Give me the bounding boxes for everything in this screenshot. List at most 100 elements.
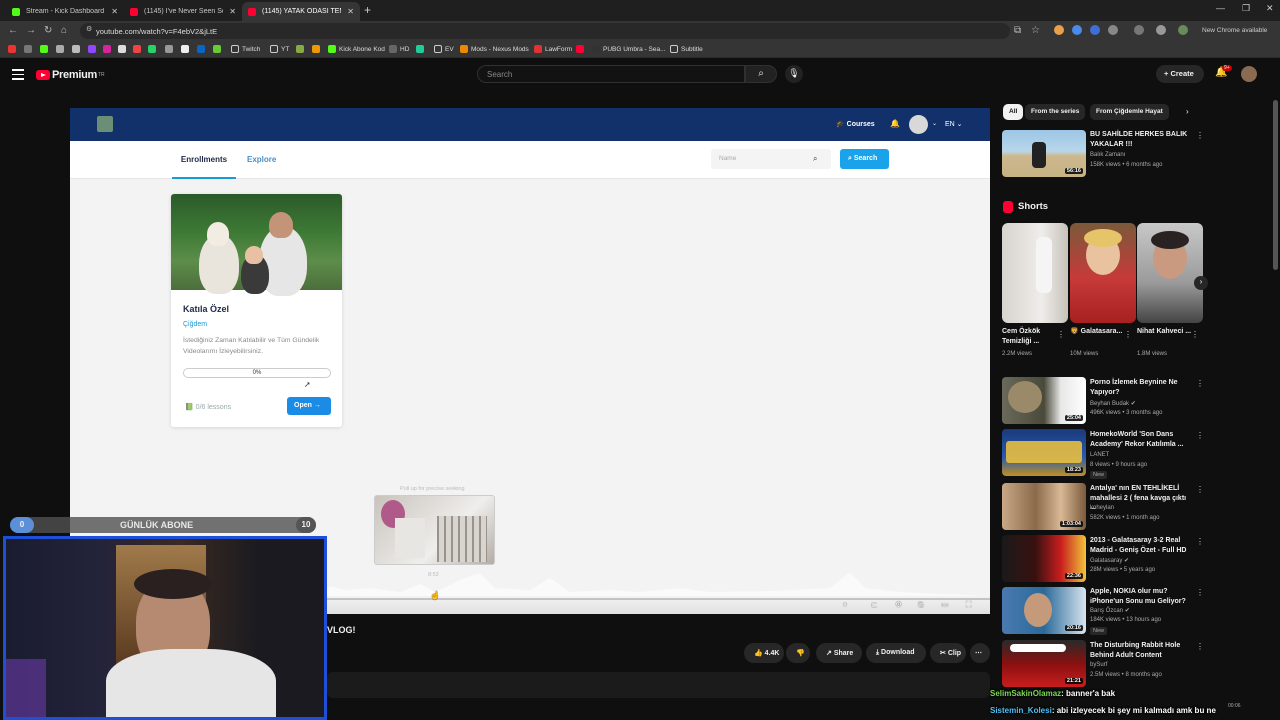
dislike-button[interactable]: 👎 [786, 643, 810, 663]
video-thumbnail[interactable]: 20:16 [1002, 587, 1086, 634]
bookmark-icon[interactable] [24, 45, 35, 53]
extension-icon[interactable] [1090, 25, 1100, 35]
bookmark-icon[interactable] [296, 45, 307, 53]
settings-gear-icon[interactable]: ⚙ [895, 600, 902, 609]
x-icon[interactable] [118, 45, 129, 53]
window-close-icon[interactable]: ✕ [1266, 3, 1274, 14]
channel-name[interactable]: LANET [1090, 452, 1109, 458]
theater-mode-icon[interactable]: ▭ [941, 600, 949, 609]
browser-tab-youtube-1[interactable]: (1145) I've Never Seen So Man ✕ [124, 2, 242, 21]
video-thumbnail[interactable]: 25:04 [1002, 377, 1086, 424]
video-thumbnail[interactable]: 18:23 [1002, 429, 1086, 476]
browser-tab-kick[interactable]: Stream - Kick Dashboard ✕ [6, 2, 124, 21]
bookmark-icon[interactable] [72, 45, 83, 53]
chevron-right-icon[interactable]: › [1186, 107, 1189, 116]
chip-from-series[interactable]: From the series [1025, 104, 1086, 120]
chrome-update-label[interactable]: New Chrome available [1202, 27, 1267, 34]
more-vert-icon[interactable]: ⋮ [1191, 330, 1199, 339]
video-thumbnail[interactable]: 1:03:04 [1002, 483, 1086, 530]
profile-avatar[interactable] [1178, 25, 1188, 35]
short-thumbnail[interactable] [1070, 223, 1136, 323]
video-title[interactable]: Apple, NOKIA olur mu? iPhone'un Sonu mu … [1090, 587, 1192, 606]
bookmark-lawform[interactable]: LawForm [534, 45, 572, 53]
download-button[interactable]: ⤓ Download [866, 643, 926, 663]
bookmark-pubg[interactable]: PUBG Umbra - Sea... [592, 45, 666, 53]
chip-all[interactable]: All [1003, 104, 1024, 120]
chevron-right-icon[interactable]: › [1194, 276, 1208, 290]
linkedin-icon[interactable] [197, 45, 208, 53]
kick-icon[interactable] [40, 45, 51, 53]
close-icon[interactable]: ✕ [111, 7, 118, 16]
more-vert-icon[interactable]: ⋮ [1057, 330, 1065, 339]
channel-name[interactable]: koheylan [1090, 505, 1114, 511]
close-icon[interactable]: ✕ [347, 7, 354, 16]
bookmark-folder-twitch[interactable]: Twitch [231, 45, 260, 53]
create-button[interactable]: + Create [1156, 65, 1204, 83]
channel-name[interactable]: Barış Özcan ✔ [1090, 607, 1130, 614]
bookmark-icon[interactable] [213, 45, 224, 53]
bookmark-icon[interactable] [416, 45, 427, 53]
youtube-icon[interactable] [576, 45, 587, 53]
more-vert-icon[interactable]: ⋮ [1196, 131, 1204, 140]
video-title[interactable]: HomekoWorld 'Son Dans Academy' Rekor Kat… [1090, 430, 1192, 449]
instagram-icon[interactable] [103, 45, 114, 53]
description-box[interactable] [327, 672, 990, 698]
forward-icon[interactable]: → [26, 25, 36, 36]
extension-icon[interactable] [1054, 25, 1064, 35]
bookmark-folder-yt[interactable]: YT [270, 45, 289, 53]
youtube-search-input[interactable]: Search [477, 65, 745, 83]
channel-name[interactable]: bySurf [1090, 662, 1107, 668]
more-vert-icon[interactable]: ⋮ [1196, 431, 1204, 440]
more-vert-icon[interactable]: ⋮ [1196, 642, 1204, 651]
bookmark-kick-code[interactable]: Kick Abone Kod [328, 45, 385, 53]
video-title[interactable]: 2013 - Galatasaray 3-2 Real Madrid - Gen… [1090, 536, 1192, 555]
more-actions-icon[interactable]: ⋯ [970, 643, 990, 663]
sidepanel-icon[interactable] [1134, 25, 1144, 35]
more-vert-icon[interactable]: ⋮ [1196, 588, 1204, 597]
search-icon[interactable]: ⌕ [745, 65, 777, 83]
home-icon[interactable]: ⌂ [61, 25, 67, 36]
fullscreen-icon[interactable]: ⛶ [966, 600, 972, 610]
channel-name[interactable]: Balık Zamanı [1090, 152, 1125, 158]
minimize-icon[interactable]: — [1216, 3, 1225, 13]
close-icon[interactable]: ✕ [229, 7, 236, 16]
new-tab-button[interactable]: + [364, 3, 371, 17]
url-field[interactable]: youtube.com/watch?v=F4ebV2&jLtE [80, 23, 1010, 39]
youtube-premium-logo[interactable]: Premium TR [36, 69, 105, 81]
miniplayer-icon[interactable]: ⧉ [918, 600, 924, 610]
video-title[interactable]: The Disturbing Rabbit Hole Behind Adult … [1090, 641, 1192, 660]
bookmark-folder-subtitle[interactable]: Subtitle [670, 45, 703, 53]
site-info-icon[interactable]: ⚙ [86, 25, 92, 33]
hamburger-menu-icon[interactable] [12, 69, 24, 83]
captions-icon[interactable]: ⊏ [871, 600, 878, 609]
reload-icon[interactable]: ↻ [44, 25, 52, 36]
bookmark-folder-ev[interactable]: EV [434, 45, 454, 53]
short-title[interactable]: Nihat Kahveci ... [1137, 327, 1193, 337]
bookmark-icon[interactable] [181, 45, 192, 53]
bookmark-nexus-mods[interactable]: Mods - Nexus Mods [460, 45, 529, 53]
clip-button[interactable]: ✂ Clip [930, 643, 966, 663]
bookmark-icon[interactable] [165, 45, 176, 53]
autoplay-toggle[interactable]: ⏸ [843, 600, 847, 610]
video-thumbnail[interactable]: 21:21 [1002, 640, 1086, 687]
install-icon[interactable]: ⧉ [1014, 25, 1021, 36]
downloads-icon[interactable] [1156, 25, 1166, 35]
back-icon[interactable]: ← [8, 25, 18, 36]
video-thumbnail[interactable]: 22:36 [1002, 535, 1086, 582]
share-button[interactable]: ↗ Share [816, 643, 862, 663]
scrollbar[interactable] [1273, 100, 1278, 270]
video-title[interactable]: Porno İzlemek Beynine Ne Yapıyor? [1090, 378, 1192, 397]
bookmark-icon[interactable] [312, 45, 323, 53]
microphone-icon[interactable]: 🎙 [785, 65, 803, 83]
tumblr-icon[interactable] [133, 45, 144, 53]
user-avatar[interactable] [1241, 66, 1257, 82]
maximize-icon[interactable]: ❐ [1242, 3, 1250, 14]
more-vert-icon[interactable]: ⋮ [1124, 330, 1132, 339]
extensions-puzzle-icon[interactable] [1108, 25, 1118, 35]
bookmark-star-icon[interactable]: ☆ [1031, 25, 1040, 36]
extension-icon[interactable] [1072, 25, 1082, 35]
more-vert-icon[interactable]: ⋮ [1196, 485, 1204, 494]
more-vert-icon[interactable]: ⋮ [1196, 379, 1204, 388]
short-thumbnail[interactable] [1137, 223, 1203, 323]
bookmark-icon[interactable] [56, 45, 67, 53]
